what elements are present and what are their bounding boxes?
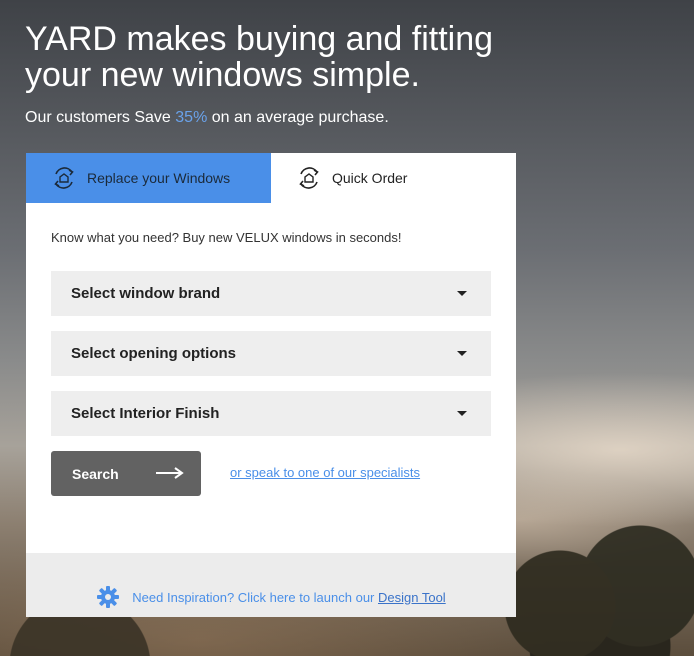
search-button[interactable]: Search [51,451,201,496]
savings-text-end: on an average purchase. [207,109,389,126]
opening-options-select[interactable]: Select opening options [51,331,491,376]
chevron-down-icon [457,291,467,296]
quick-order-icon [299,167,319,189]
gear-icon [97,586,120,608]
window-brand-select[interactable]: Select window brand [51,271,491,316]
tab-bar: Replace your Windows Quick Order [26,153,516,203]
tab-quick-order[interactable]: Quick Order [271,153,516,203]
savings-percent: 35% [175,109,208,126]
order-card: Replace your Windows Quick Order Know wh… [26,153,516,617]
savings-text-start: Our customers Save [25,109,176,126]
chevron-down-icon [457,411,467,416]
form-intro: Know what you need? Buy new VELUX window… [51,230,402,245]
window-brand-select-label: Select window brand [71,285,221,302]
tab-quick-order-label: Quick Order [332,170,408,186]
opening-options-select-label: Select opening options [71,345,237,362]
specialist-link[interactable]: or speak to one of our specialists [230,465,420,480]
inspiration-prefix: Need Inspiration? Click here to launch o… [132,589,378,605]
tab-replace-windows-label: Replace your Windows [87,170,231,186]
tab-replace-windows[interactable]: Replace your Windows [26,153,271,203]
search-button-label: Search [72,465,119,482]
interior-finish-select[interactable]: Select Interior Finish [51,391,491,436]
interior-finish-select-label: Select Interior Finish [71,405,220,422]
savings-tagline: Our customers Save 35% on an average pur… [25,108,389,128]
arrow-right-icon [156,467,184,479]
window-replace-icon [54,167,74,189]
inspiration-text: Need Inspiration? Click here to launch o… [132,590,445,605]
chevron-down-icon [457,351,467,356]
inspiration-footer: Need Inspiration? Click here to launch o… [26,553,516,617]
page-title: YARD makes buying and fitting your new w… [25,20,494,94]
design-tool-link[interactable]: Design Tool [378,590,446,605]
